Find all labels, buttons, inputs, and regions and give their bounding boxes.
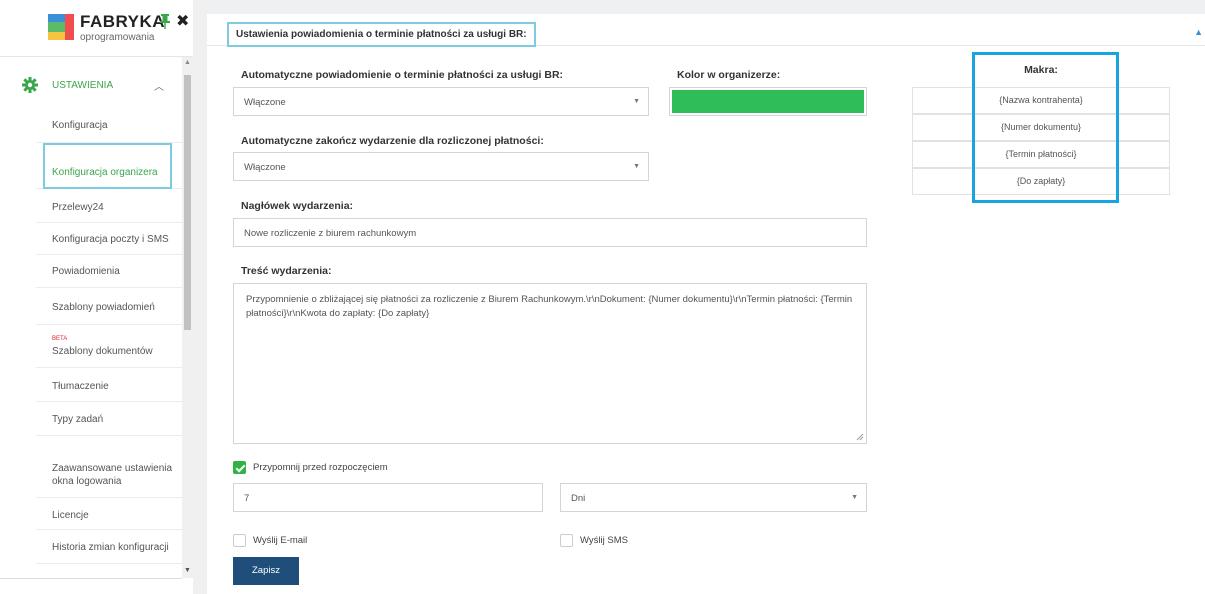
color-picker[interactable] [669, 87, 867, 116]
sidebar-scrollbar[interactable]: ▲ ▼ [182, 57, 193, 578]
logo-title: FABRYKA [80, 12, 166, 31]
sidebar-item-label: Licencje [52, 510, 89, 521]
highlight-box [972, 52, 1119, 203]
sidebar-item-konfiguracja[interactable]: Konfiguracja [36, 108, 182, 143]
event-body-textarea[interactable]: Przypomnienie o zbliżającej się płatnośc… [233, 283, 867, 444]
sidebar-item-label: Konfiguracja poczty i SMS [52, 234, 169, 245]
gear-icon [22, 77, 38, 93]
event-header-label: Nagłówek wydarzenia: [241, 200, 354, 212]
sidebar-item-label: Historia zmian konfiguracji [52, 542, 169, 553]
sidebar-section-settings[interactable]: USTAWIENIA ︿ [0, 72, 180, 98]
auto-notify-select[interactable]: Włączone ▼ [233, 87, 649, 116]
collapse-icon[interactable]: ▲ [1194, 27, 1203, 37]
panel-header: Ustawienia powiadomienia o terminie płat… [207, 14, 1205, 47]
sidebar-item-poczta-sms[interactable]: Konfiguracja poczty i SMS [36, 223, 182, 255]
remind-unit-select[interactable]: Dni ▼ [560, 483, 867, 512]
sidebar-item-label: Tłumaczenie [52, 381, 109, 392]
resize-handle-icon[interactable] [856, 433, 864, 441]
send-sms-label: Wyślij SMS [580, 535, 628, 546]
sidebar-item-label: Konfiguracja [52, 120, 108, 131]
select-value: Dni [571, 493, 586, 504]
send-sms-checkbox[interactable] [560, 534, 573, 547]
textarea-line: płatności}\r\nKwota do zapłaty: {Do zapł… [246, 308, 430, 319]
beta-badge: BETA [52, 336, 68, 342]
sidebar-item-label: Zaawansowane ustawienia [52, 463, 173, 474]
sidebar: FABRYKA oprogramowania ✖ USTAWIENIA ︿ Ko… [0, 0, 193, 594]
logo-subtitle: oprogramowania [80, 32, 155, 43]
top-bar [207, 0, 1205, 14]
chevron-down-icon: ▼ [633, 98, 640, 105]
scroll-down-icon[interactable]: ▼ [184, 567, 191, 574]
auto-close-select[interactable]: Włączone ▼ [233, 152, 649, 181]
send-email-label: Wyślij E-mail [253, 535, 308, 546]
sidebar-section-label: USTAWIENIA [52, 80, 114, 91]
sidebar-item-label-line2: okna logowania [52, 476, 122, 487]
remind-amount-input[interactable]: 7 [233, 483, 543, 512]
input-value: 7 [244, 493, 250, 504]
divider [0, 578, 182, 579]
close-icon[interactable]: ✖ [176, 11, 189, 31]
sidebar-item-szablony-dokumentow[interactable]: BETA Szablony dokumentów [36, 325, 182, 368]
textarea-line: Przypomnienie o zbliżającej się płatnośc… [246, 294, 853, 305]
sidebar-item-label: Typy zadań [52, 414, 104, 425]
select-value: Włączone [244, 162, 286, 173]
sidebar-item-label: Szablony powiadomień [52, 302, 155, 313]
send-email-checkbox[interactable] [233, 534, 246, 547]
auto-close-label: Automatyczne zakończ wydarzenie dla rozl… [241, 135, 544, 147]
chevron-down-icon: ▼ [851, 494, 858, 501]
sidebar-item-licencje[interactable]: Licencje [36, 498, 182, 530]
sidebar-item-label: Powiadomienia [52, 266, 120, 277]
pin-icon[interactable] [158, 13, 172, 29]
sidebar-item-zaawansowane[interactable]: Zaawansowane ustawienia okna logowania [36, 436, 182, 498]
sidebar-item-powiadomienia[interactable]: Powiadomienia [36, 255, 182, 288]
remind-label: Przypomnij przed rozpoczęciem [253, 462, 388, 473]
sidebar-item-historia[interactable]: Historia zmian konfiguracji [36, 530, 182, 564]
event-header-input[interactable]: Nowe rozliczenie z biurem rachunkowym [233, 218, 867, 247]
sidebar-item-przelewy24[interactable]: Przelewy24 [36, 189, 182, 223]
logo-mark-icon [48, 14, 74, 40]
highlight-box [43, 143, 172, 189]
sidebar-item-label: Przelewy24 [52, 202, 104, 213]
content-gutter [193, 0, 207, 594]
sidebar-item-szablony-powiadomien[interactable]: Szablony powiadomień [36, 288, 182, 325]
chevron-up-icon: ︿ [154, 82, 164, 93]
sidebar-item-tlumaczenie[interactable]: Tłumaczenie [36, 368, 182, 402]
panel-title: Ustawienia powiadomienia o terminie płat… [227, 22, 536, 47]
sidebar-item-label: Szablony dokumentów [52, 346, 153, 357]
input-value: Nowe rozliczenie z biurem rachunkowym [244, 228, 417, 239]
color-label: Kolor w organizerze: [677, 69, 781, 81]
divider [0, 56, 193, 57]
scroll-up-icon[interactable]: ▲ [184, 59, 191, 66]
auto-notify-label: Automatyczne powiadomienie o terminie pł… [241, 69, 564, 81]
chevron-down-icon: ▼ [633, 163, 640, 170]
remind-checkbox[interactable] [233, 461, 246, 474]
save-button[interactable]: Zapisz [233, 557, 299, 585]
color-swatch [672, 90, 864, 113]
sidebar-item-typy-zadan[interactable]: Typy zadań [36, 402, 182, 436]
scroll-thumb[interactable] [184, 75, 191, 330]
select-value: Włączone [244, 97, 286, 108]
event-body-label: Treść wydarzenia: [241, 265, 332, 277]
